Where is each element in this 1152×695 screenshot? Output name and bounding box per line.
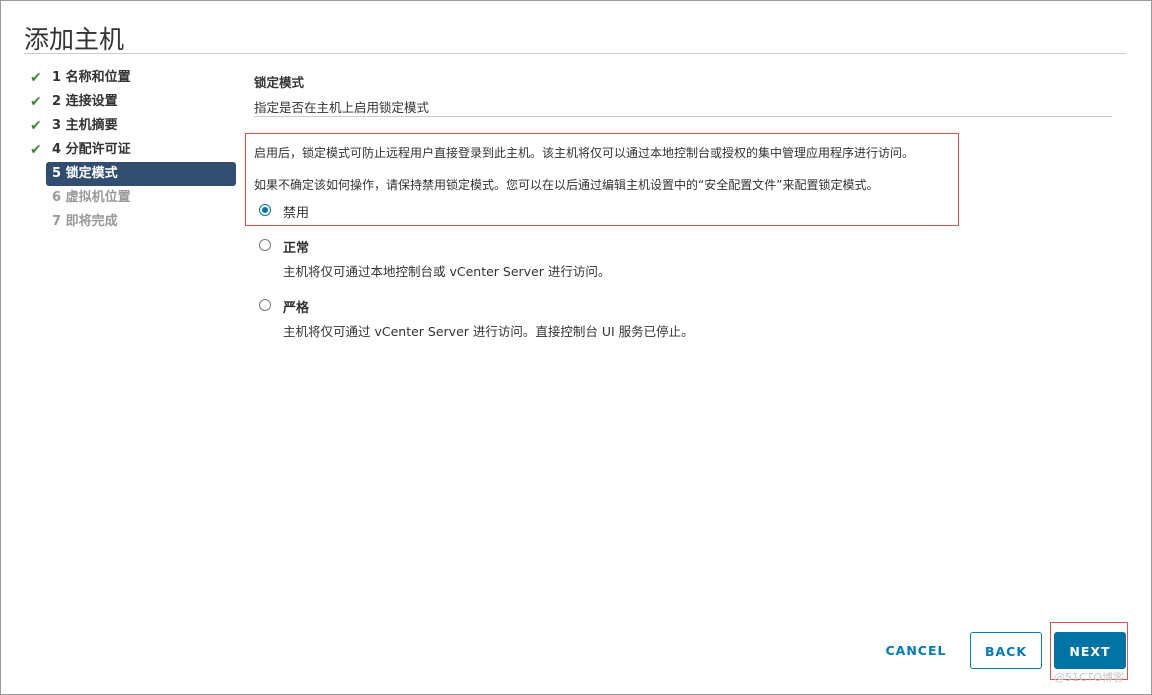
step-lockdown-mode[interactable]: 5 锁定模式 [46,162,236,186]
check-icon: ✔ [30,94,42,110]
dialog-title: 添加主机 [24,25,125,54]
section-subtitle: 指定是否在主机上启用锁定模式 [254,100,430,115]
step-assign-license[interactable]: ✔ 4 分配许可证 [28,138,236,162]
check-icon: ✔ [30,142,42,158]
option-label: 严格 [283,301,310,316]
radio-button[interactable] [259,239,271,251]
section-title: 锁定模式 [254,75,305,90]
watermark: @51CTO博客 [1054,671,1125,684]
step-label: 3 主机摘要 [52,118,118,133]
option-description: 主机将仅可通过本地控制台或 vCenter Server 进行访问。 [283,264,611,279]
step-label: 5 锁定模式 [52,166,118,181]
section-divider [254,116,1112,117]
radio-button-checked[interactable] [259,204,271,216]
step-connection-settings[interactable]: ✔ 2 连接设置 [28,90,236,114]
option-description: 主机将仅可通过 vCenter Server 进行访问。直接控制台 UI 服务已… [283,324,694,339]
section-header: 锁定模式 指定是否在主机上启用锁定模式 [254,70,1114,116]
step-label: 2 连接设置 [52,94,118,109]
info-text-2: 如果不确定该如何操作，请保持禁用锁定模式。您可以在以后通过编辑主机设置中的“安全… [254,178,879,192]
step-label: 7 即将完成 [52,214,118,229]
option-label: 正常 [283,241,310,256]
back-button[interactable]: BACK [970,632,1042,669]
cancel-button[interactable]: CANCEL [874,632,958,669]
check-icon: ✔ [30,118,42,134]
step-ready-to-complete: 7 即将完成 [28,210,236,234]
step-label: 4 分配许可证 [52,142,131,157]
title-divider [24,53,1126,54]
step-host-summary[interactable]: ✔ 3 主机摘要 [28,114,236,138]
step-label: 6 虚拟机位置 [52,190,131,205]
step-vm-location: 6 虚拟机位置 [28,186,236,210]
info-text-1: 启用后，锁定模式可防止远程用户直接登录到此主机。该主机将仅可以通过本地控制台或授… [254,146,915,160]
check-icon: ✔ [30,70,42,86]
step-label: 1 名称和位置 [52,70,131,85]
option-label: 禁用 [283,206,310,221]
wizard-steps: ✔ 1 名称和位置 ✔ 2 连接设置 ✔ 3 主机摘要 ✔ 4 分配许可证 5 … [28,66,236,234]
step-name-location[interactable]: ✔ 1 名称和位置 [28,66,236,90]
radio-button[interactable] [259,299,271,311]
